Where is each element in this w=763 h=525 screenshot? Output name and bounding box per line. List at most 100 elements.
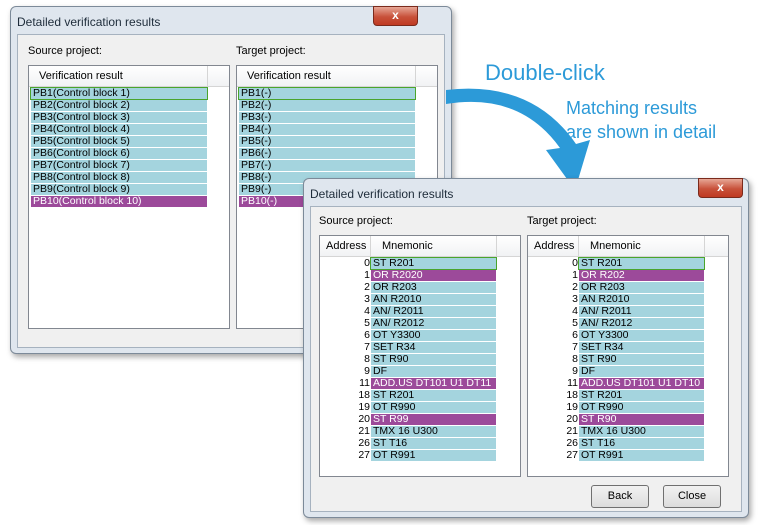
back-source-row[interactable]: PB9(Control block 9) [31,184,207,195]
front-target-address-cell: 0 [572,257,578,269]
front-source-mnemonic-cell[interactable]: ST R99 [371,414,496,425]
front-target-mnemonic-cell[interactable]: SET R34 [579,342,704,353]
front-source-mnemonic-cell[interactable]: ADD.US DT101 U1 DT11 [371,378,496,389]
front-target-list[interactable]: Address Mnemonic 0 ST R201 1 OR R202 2 OR R20… [527,235,729,477]
front-target-mnemonic-cell[interactable]: AN R2010 [579,294,704,305]
front-source-mnemonic-cell[interactable]: OT R991 [371,450,496,461]
front-target-mnemonic-header: Mnemonic [590,240,641,252]
front-target-header[interactable]: Address Mnemonic [528,236,728,257]
front-source-mnemonic-cell[interactable]: SET R34 [371,342,496,353]
back-source-row[interactable]: PB4(Control block 4) [31,124,207,135]
front-source-mnemonic-cell[interactable]: AN/ R2012 [371,318,496,329]
back-target-row[interactable]: PB1(-) [238,87,416,100]
front-target-mnemonic-cell[interactable]: ST R90 [579,414,704,425]
front-target-address-cell: 5 [572,317,578,329]
back-source-row[interactable]: PB1(Control block 1) [30,87,208,100]
front-target-mnemonic-cell[interactable]: AN/ R2012 [579,318,704,329]
back-target-row[interactable]: PB7(-) [239,160,415,171]
back-target-row[interactable]: PB4(-) [239,124,415,135]
front-target-mnemonic-cell[interactable]: OR R202 [579,270,704,281]
front-source-label: Source project: [319,215,393,227]
front-source-mnemonic-cell[interactable]: OT Y3300 [371,330,496,341]
front-target-mnemonic-cell[interactable]: ST T16 [579,438,704,449]
front-target-mnemonic-cell[interactable]: ADD.US DT101 U1 DT10 [579,378,704,389]
front-target-address-cell: 2 [572,281,578,293]
back-target-header[interactable]: Verification result [237,66,437,87]
back-source-label: Source project: [28,45,102,57]
front-source-list[interactable]: Address Mnemonic 0 ST R201 1 OR R2020 2 OR R2… [319,235,521,477]
front-source-mnemonic-cell[interactable]: OT R990 [371,402,496,413]
front-source-mnemonic-cell[interactable]: AN/ R2011 [371,306,496,317]
back-target-label: Target project: [236,45,306,57]
back-source-row[interactable]: PB3(Control block 3) [31,112,207,123]
annotation-line-1: Matching results [566,98,698,118]
front-target-mnemonic-cell[interactable]: TMX 16 U300 [579,426,704,437]
front-source-address-cell: 19 [358,401,370,413]
front-dialog-close-x-button[interactable]: x [698,178,743,198]
front-source-address-cell: 3 [364,293,370,305]
front-source-mnemonic-cell[interactable]: AN R2010 [371,294,496,305]
back-source-row[interactable]: PB7(Control block 7) [31,160,207,171]
front-dialog-client: Source project: Target project: Address … [310,206,742,512]
annotation-line-2: are shown in detail [566,122,717,142]
front-target-address-cell: 9 [572,365,578,377]
back-target-col-header: Verification result [247,70,331,82]
front-source-address-cell: 2 [364,281,370,293]
front-target-mnemonic-cell[interactable]: ST R201 [579,390,704,401]
front-target-address-cell: 1 [572,269,578,281]
front-source-address-cell: 27 [358,449,370,461]
back-target-row[interactable]: PB2(-) [239,100,415,111]
back-button[interactable]: Back [591,485,649,508]
back-target-row[interactable]: PB3(-) [239,112,415,123]
front-source-mnemonic-cell[interactable]: OR R2020 [371,270,496,281]
front-target-mnemonic-cell[interactable]: AN/ R2011 [579,306,704,317]
back-source-row[interactable]: PB6(Control block 6) [31,148,207,159]
front-source-mnemonic-header: Mnemonic [382,240,433,252]
front-source-mnemonic-cell[interactable]: TMX 16 U300 [371,426,496,437]
front-source-header[interactable]: Address Mnemonic [320,236,520,257]
front-source-address-cell: 4 [364,305,370,317]
front-source-address-cell: 21 [358,425,370,437]
front-target-mnemonic-cell[interactable]: ST R90 [579,354,704,365]
front-source-address-cell: 7 [364,341,370,353]
front-source-mnemonic-cell[interactable]: ST R90 [371,354,496,365]
front-source-address-cell: 8 [364,353,370,365]
back-target-row[interactable]: PB6(-) [239,148,415,159]
front-target-address-cell: 8 [572,353,578,365]
front-target-mnemonic-cell[interactable]: OR R203 [579,282,704,293]
front-source-address-cell: 0 [364,257,370,269]
front-source-mnemonic-cell[interactable]: OR R203 [371,282,496,293]
back-source-row[interactable]: PB10(Control block 10) [31,196,207,207]
front-target-label: Target project: [527,215,597,227]
front-target-mnemonic-cell[interactable]: ST R201 [578,257,705,270]
back-source-list[interactable]: Verification result PB1(Control block 1)… [28,65,230,329]
front-target-address-cell: 19 [566,401,578,413]
front-source-address-cell: 18 [358,389,370,401]
front-source-address-cell: 9 [364,365,370,377]
double-click-annotation: Double-click [485,60,605,85]
front-target-mnemonic-cell[interactable]: OT R991 [579,450,704,461]
front-target-address-cell: 4 [572,305,578,317]
front-target-mnemonic-cell[interactable]: OT R990 [579,402,704,413]
back-source-col-header: Verification result [39,70,123,82]
back-target-row[interactable]: PB5(-) [239,136,415,147]
front-source-mnemonic-cell[interactable]: DF [371,366,496,377]
front-target-mnemonic-cell[interactable]: OT Y3300 [579,330,704,341]
front-source-address-cell: 5 [364,317,370,329]
back-dialog-close-x-button[interactable]: x [373,6,418,26]
back-source-row[interactable]: PB2(Control block 2) [31,100,207,111]
back-source-row[interactable]: PB5(Control block 5) [31,136,207,147]
front-target-address-cell: 6 [572,329,578,341]
front-source-address-header: Address [326,240,367,252]
front-target-address-cell: 3 [572,293,578,305]
front-source-address-cell: 1 [364,269,370,281]
front-target-mnemonic-cell[interactable]: DF [579,366,704,377]
back-source-header[interactable]: Verification result [29,66,229,87]
front-source-address-cell: 20 [358,413,370,425]
front-source-mnemonic-cell[interactable]: ST R201 [370,257,497,270]
back-source-row[interactable]: PB8(Control block 8) [31,172,207,183]
close-button[interactable]: Close [663,485,721,508]
front-source-mnemonic-cell[interactable]: ST T16 [371,438,496,449]
front-target-address-cell: 11 [567,377,578,389]
front-source-mnemonic-cell[interactable]: ST R201 [371,390,496,401]
